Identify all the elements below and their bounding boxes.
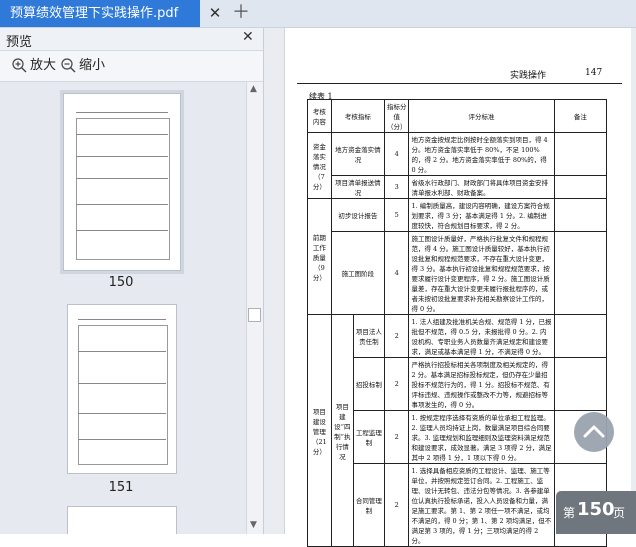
thumbnail-scrollbar[interactable]: ▲ ▼ (246, 82, 263, 534)
table-header-cell: 备注 (553, 99, 608, 133)
zoom-in-label: 放大 (30, 58, 57, 73)
table-header-cell: 考核指标 (330, 99, 385, 133)
table-cell: 2 (383, 314, 410, 358)
page-indicator-suffix: 页 (613, 506, 626, 520)
table-cell: 项目法人责任制 (352, 314, 385, 358)
table-cell: 2 (383, 410, 410, 464)
page-header-title: 实践操作 (510, 71, 547, 81)
tab-title: 预算绩效管理下实践操作.pdf (10, 6, 179, 21)
table-row: 工程监理制 2 1. 按规定程序选择有资质的单位承担工程监理。2. 监理人员均持… (308, 410, 608, 464)
table-cell: 2 (383, 357, 410, 411)
page-indicator-prefix: 第 (563, 506, 576, 520)
sidebar-header: 预览 ✕ (0, 28, 263, 51)
zoom-out-label: 缩小 (79, 58, 106, 73)
table-row: 前期工作质量（9分） 初步设计报告 5 1. 编制质量高，建设内容明确，建设方案… (307, 198, 608, 315)
thumbnail-label: 151 (108, 480, 134, 495)
thumbnail-page-152[interactable] (67, 506, 177, 534)
table-row: 施工图阶段 4 施工图设计质量好，严格执行批复文件和规程规范，得 4 分。施工图… (308, 231, 608, 315)
document-viewer: 实践操作 147 续表 1 考核内容 考核指标 指标分值（分） 评分标准 备注 … (264, 28, 636, 547)
header-rule (297, 83, 622, 84)
table-row: 项目清单报送情况 3 省级水行政部门、财政部门将具体项目资金安排清单报水利部、财… (308, 175, 608, 199)
table-cell: 5 (383, 198, 410, 232)
table-header-cell: 评分标准 (408, 99, 555, 133)
table-cell: 合同管理制 (352, 463, 385, 547)
table-cell: 施工图设计质量好，严格执行批复文件和规程规范，得 4 分。施工图设计质量较好，基… (408, 231, 555, 315)
table-cell (553, 314, 608, 358)
table-cell: 严格执行招投标相关各项制度及相关规定的，得 2 分。基本满足招标投标规定，但仍存… (408, 357, 555, 411)
table-cell: 项目建设管理（21分） (307, 314, 332, 547)
table-cell (553, 198, 608, 232)
thumbnail-list: 150 151 (0, 82, 246, 534)
table-cell (553, 175, 608, 199)
table-row: 项目建设管理（21分） 项目建设“四制”执行情况 项目法人责任制 2 1. 法人… (307, 314, 608, 547)
zoom-out-button[interactable]: 缩小 (61, 56, 105, 76)
table-cell: 地方资金按规定比例按时全额落实到项目，得 4 分。地方资金落实率低于 80%，不… (408, 132, 555, 176)
zoom-in-button[interactable]: 放大 (12, 56, 56, 76)
table-cell: 1. 编制质量高，建设内容明确，建设方案符合规划要求，得 3 分；基本满足得 1… (408, 198, 555, 232)
table-cell: 2 (383, 463, 410, 547)
page-indicator: 第 150 页 (556, 491, 636, 534)
table-cell (553, 231, 608, 315)
page-indicator-number: 150 (577, 499, 615, 520)
preview-sidebar: 预览 ✕ 放大 缩小 150 151 ▲ ▼ (0, 28, 264, 534)
table-cell: 工程监理制 (352, 410, 385, 464)
table-cell: 1. 法人组建及批准机关合规、规范得 1 分，已报批但不规范，得 0.5 分，未… (408, 314, 555, 358)
table-cell: 施工图阶段 (330, 231, 385, 315)
zoom-out-icon (61, 58, 76, 73)
sidebar-title: 预览 (6, 35, 33, 50)
zoom-toolbar: 放大 缩小 (0, 51, 263, 82)
table-header-row: 考核内容 考核指标 指标分值（分） 评分标准 备注 (307, 99, 608, 133)
table-cell: 省级水行政部门、财政部门将具体项目资金安排清单报水利部、财政备案。 (408, 175, 555, 199)
table-cell: 项目建设“四制”执行情况 (330, 314, 354, 547)
table-cell: 资金落实情况（7分） (307, 132, 332, 199)
thumbnail-page-151[interactable] (67, 304, 177, 474)
page-header-number: 147 (585, 68, 603, 78)
scroll-down-icon[interactable]: ▼ (250, 520, 257, 530)
table-cell: 招投标制 (352, 357, 385, 411)
tab-bar: 预算绩效管理下实践操作.pdf ✕ ＋ (0, 0, 636, 28)
table-cell (553, 357, 608, 411)
table-row: 资金落实情况（7分） 地方资金落实情况 4 地方资金按规定比例按时全额落实到项目… (307, 132, 608, 199)
thumbnail-page-150[interactable] (60, 90, 184, 274)
table-cell: 1. 按规定程序选择有资质的单位承担工程监理。2. 监理人员均持证上岗，数量满足… (408, 410, 555, 464)
zoom-in-icon (12, 58, 27, 73)
scroll-thumb[interactable] (248, 308, 261, 322)
table-cell: 项目清单报送情况 (330, 175, 385, 199)
scroll-up-icon[interactable]: ▲ (250, 84, 257, 94)
table-cell: 前期工作质量（9分） (307, 198, 332, 315)
thumbnail-label: 150 (108, 275, 134, 290)
table-cell: 3 (383, 175, 410, 199)
chevron-up-icon (583, 425, 605, 438)
evaluation-table: 考核内容 考核指标 指标分值（分） 评分标准 备注 资金落实情况（7分） 地方资… (307, 99, 608, 547)
tab-document[interactable]: 预算绩效管理下实践操作.pdf (0, 0, 200, 27)
scroll-to-top-button[interactable] (574, 412, 614, 452)
table-cell: 1. 选择具备相应资质的工程设计、监理、施工等单位，并按照规定签订合同。2. 工… (408, 463, 555, 547)
document-page: 实践操作 147 续表 1 考核内容 考核指标 指标分值（分） 评分标准 备注 … (284, 28, 631, 547)
table-cell: 初步设计报告 (330, 198, 385, 232)
table-cell: 4 (383, 231, 410, 315)
table-cell: 地方资金落实情况 (330, 132, 385, 176)
table-row: 招投标制 2 严格执行招投标相关各项制度及相关规定的，得 2 分。基本满足招标投… (308, 357, 608, 411)
table-cell (553, 132, 608, 176)
table-cell: 4 (383, 132, 410, 176)
table-header-cell: 考核内容 (307, 99, 332, 133)
table-header-cell: 指标分值（分） (383, 99, 410, 133)
tab-close-icon[interactable]: ✕ (207, 3, 223, 23)
sidebar-close-icon[interactable]: ✕ (242, 29, 254, 45)
new-tab-icon[interactable]: ＋ (232, 2, 250, 24)
